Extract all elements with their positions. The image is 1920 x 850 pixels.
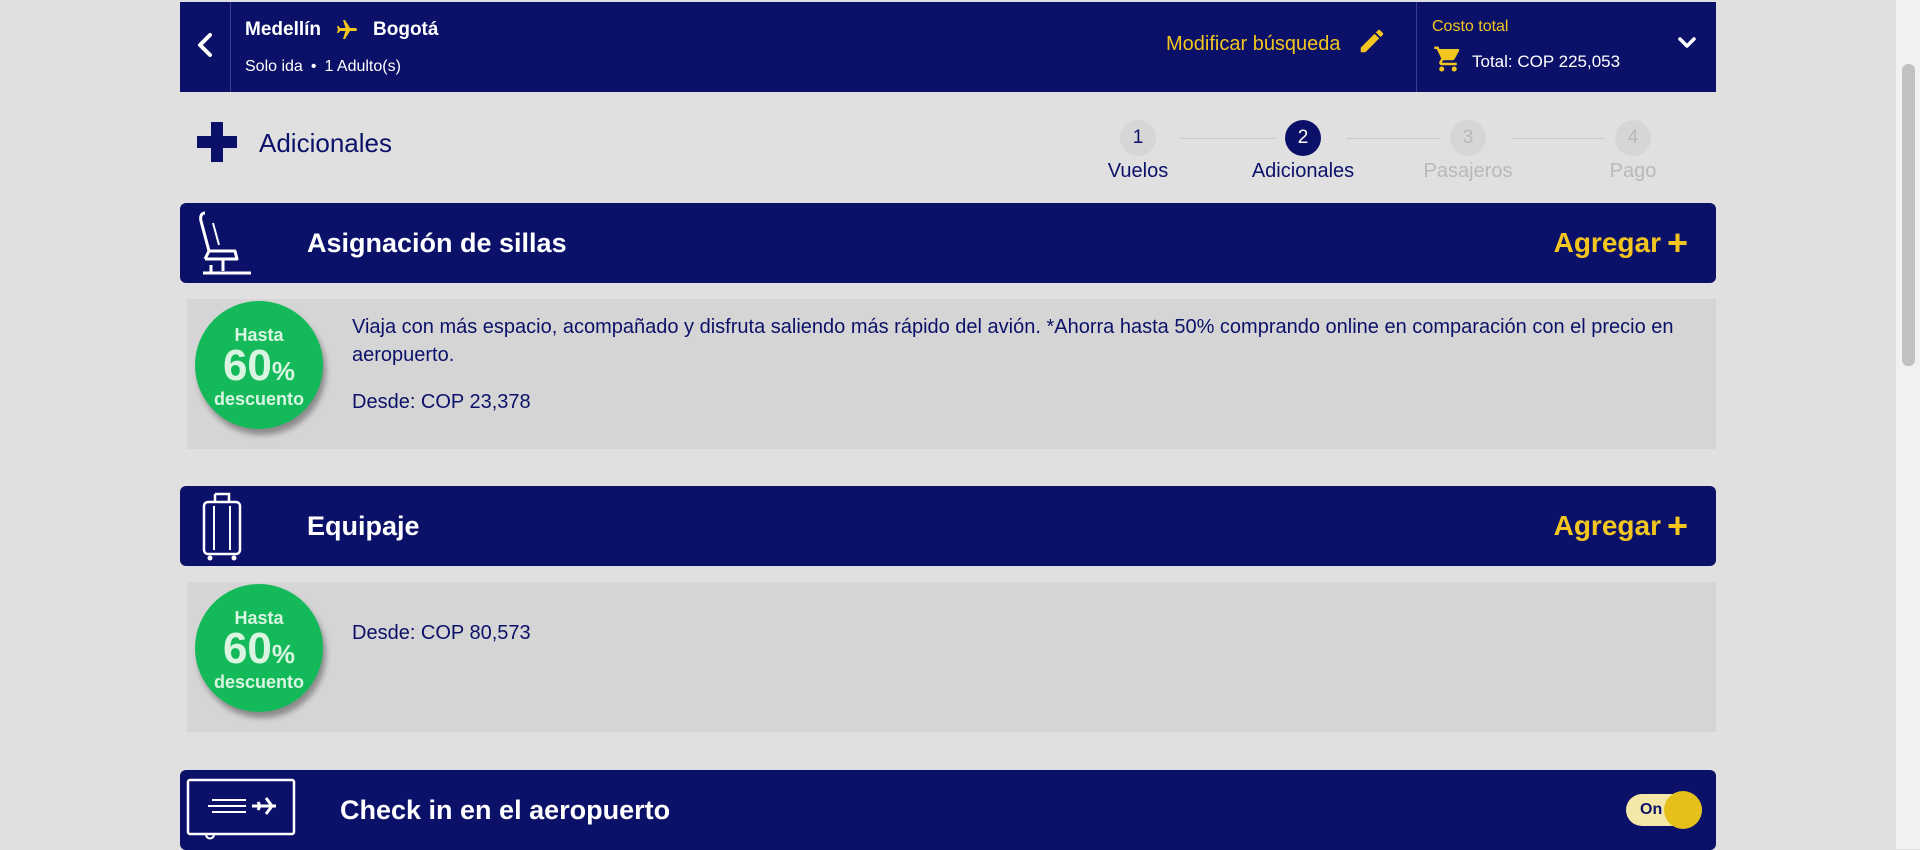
badge-line3: descuento (213, 389, 305, 409)
route: Medellín Bogotá (245, 18, 438, 42)
chevron-down-icon (1677, 36, 1697, 55)
booking-summary-bar: Medellín Bogotá Solo ida • 1 Adulto(s) Mod… (180, 2, 1716, 92)
seat-icon (195, 209, 255, 284)
step-label: Vuelos (1107, 160, 1169, 182)
card-title: Equipaje (307, 511, 420, 541)
add-label: Agregar (1553, 227, 1661, 258)
passenger-count: 1 Adulto(s) (324, 58, 401, 75)
seat-description: Viaja con más espacio, acompañado y disf… (352, 316, 1674, 366)
badge-percent: 60% (195, 624, 323, 674)
add-seats-button[interactable]: Agregar + (1553, 222, 1688, 263)
badge-number: 60 (222, 341, 272, 390)
badge-percent-sign: % (271, 356, 296, 386)
pencil-icon (1341, 26, 1387, 62)
step-label: Pasajeros (1423, 160, 1513, 182)
total-cost-label: Costo total (1432, 18, 1509, 35)
back-button[interactable] (180, 2, 231, 92)
origin-city: Medellín (245, 19, 322, 40)
cart-icon (1432, 44, 1472, 79)
toggle-label: On (1640, 801, 1663, 818)
badge-percent: 60% (195, 341, 323, 391)
trip-info: Solo ida • 1 Adulto(s) (245, 58, 401, 76)
step-vuelos[interactable]: 1 Vuelos (1078, 120, 1198, 183)
plus-icon: + (1666, 222, 1688, 263)
luggage-body: Hasta 60% descuento Desde: COP 80,573 (187, 582, 1716, 732)
step-number: 2 (1285, 120, 1321, 156)
chevron-left-icon (196, 32, 214, 63)
plus-icon (195, 120, 239, 169)
badge-percent-sign: % (271, 639, 296, 669)
plus-icon: + (1666, 505, 1688, 546)
total-cost-row: Total: COP 225,053 (1432, 44, 1620, 79)
step-label: Adicionales (1251, 160, 1355, 182)
modify-search-label: Modificar búsqueda (1166, 32, 1341, 55)
checkin-toggle[interactable]: On (1626, 791, 1702, 829)
toggle-knob (1664, 791, 1702, 829)
card-title: Check in en el aeropuerto (340, 795, 671, 825)
scrollbar-thumb[interactable] (1902, 64, 1915, 366)
badge-number: 60 (222, 624, 272, 673)
destination-city: Bogotá (373, 19, 439, 40)
step-pasajeros: 3 Pasajeros (1408, 120, 1528, 183)
step-number: 1 (1120, 120, 1156, 156)
card-title: Asignación de sillas (307, 228, 567, 258)
step-pago: 4 Pago (1573, 120, 1693, 183)
badge-line3: descuento (213, 672, 305, 692)
seat-assignment-header[interactable]: Asignación de sillas Agregar + (180, 203, 1716, 283)
airplane-icon (333, 18, 361, 42)
add-label: Agregar (1553, 510, 1661, 541)
airport-checkin-header[interactable]: Check in en el aeropuerto On (180, 770, 1716, 850)
suitcase-icon (195, 492, 255, 567)
section-title: Adicionales (259, 128, 392, 158)
step-label: Pago (1609, 160, 1657, 182)
step-number: 4 (1615, 120, 1651, 156)
total-cost-value: Total: COP 225,053 (1472, 51, 1621, 71)
step-number: 3 (1450, 120, 1486, 156)
boarding-pass-icon (186, 778, 296, 847)
step-adicionales[interactable]: 2 Adicionales (1243, 120, 1363, 183)
discount-badge: Hasta 60% descuento (195, 584, 323, 712)
section-header: Adicionales 1 Vuelos 2 Adicionales 3 Pas… (180, 120, 1716, 182)
seat-assignment-body: Hasta 60% descuento Viaja con más espaci… (187, 299, 1716, 449)
total-cost-dropdown[interactable]: Costo total Total: COP 225,053 (1416, 2, 1717, 92)
discount-badge: Hasta 60% descuento (195, 301, 323, 429)
seat-price: Desde: COP 23,378 (352, 391, 531, 413)
add-luggage-button[interactable]: Agregar + (1553, 505, 1688, 546)
modify-search-button[interactable]: Modificar búsqueda (1166, 26, 1387, 62)
luggage-header[interactable]: Equipaje Agregar + (180, 486, 1716, 566)
trip-type: Solo ida (245, 58, 303, 75)
separator-dot: • (310, 58, 317, 75)
luggage-price: Desde: COP 80,573 (352, 622, 531, 644)
page-scrollbar[interactable] (1896, 0, 1920, 849)
